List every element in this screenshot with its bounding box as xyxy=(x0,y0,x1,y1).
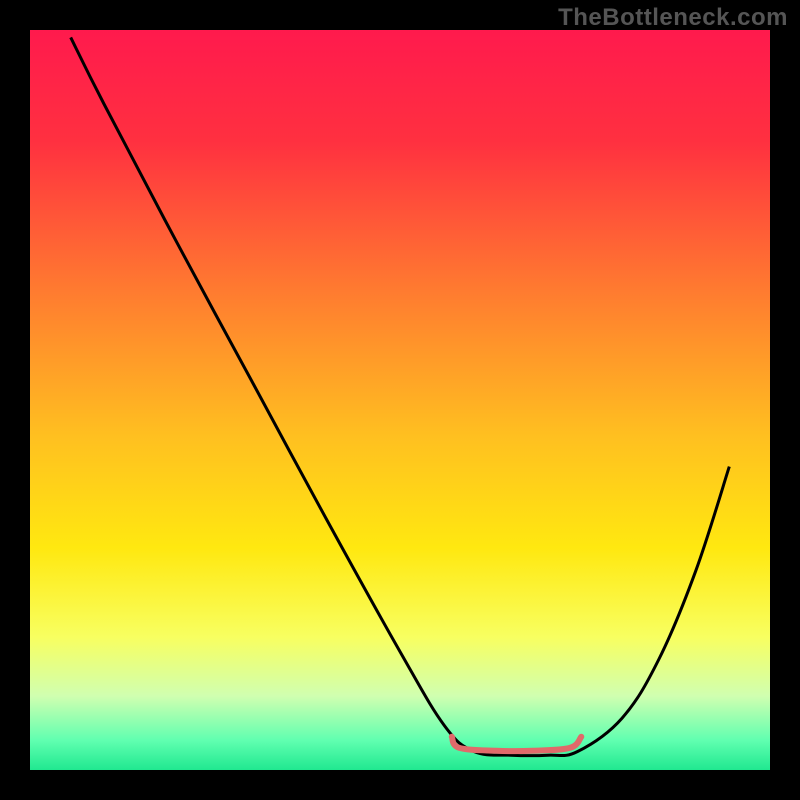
chart-container: TheBottleneck.com xyxy=(0,0,800,800)
bottleneck-chart xyxy=(0,0,800,800)
watermark-text: TheBottleneck.com xyxy=(558,4,788,32)
